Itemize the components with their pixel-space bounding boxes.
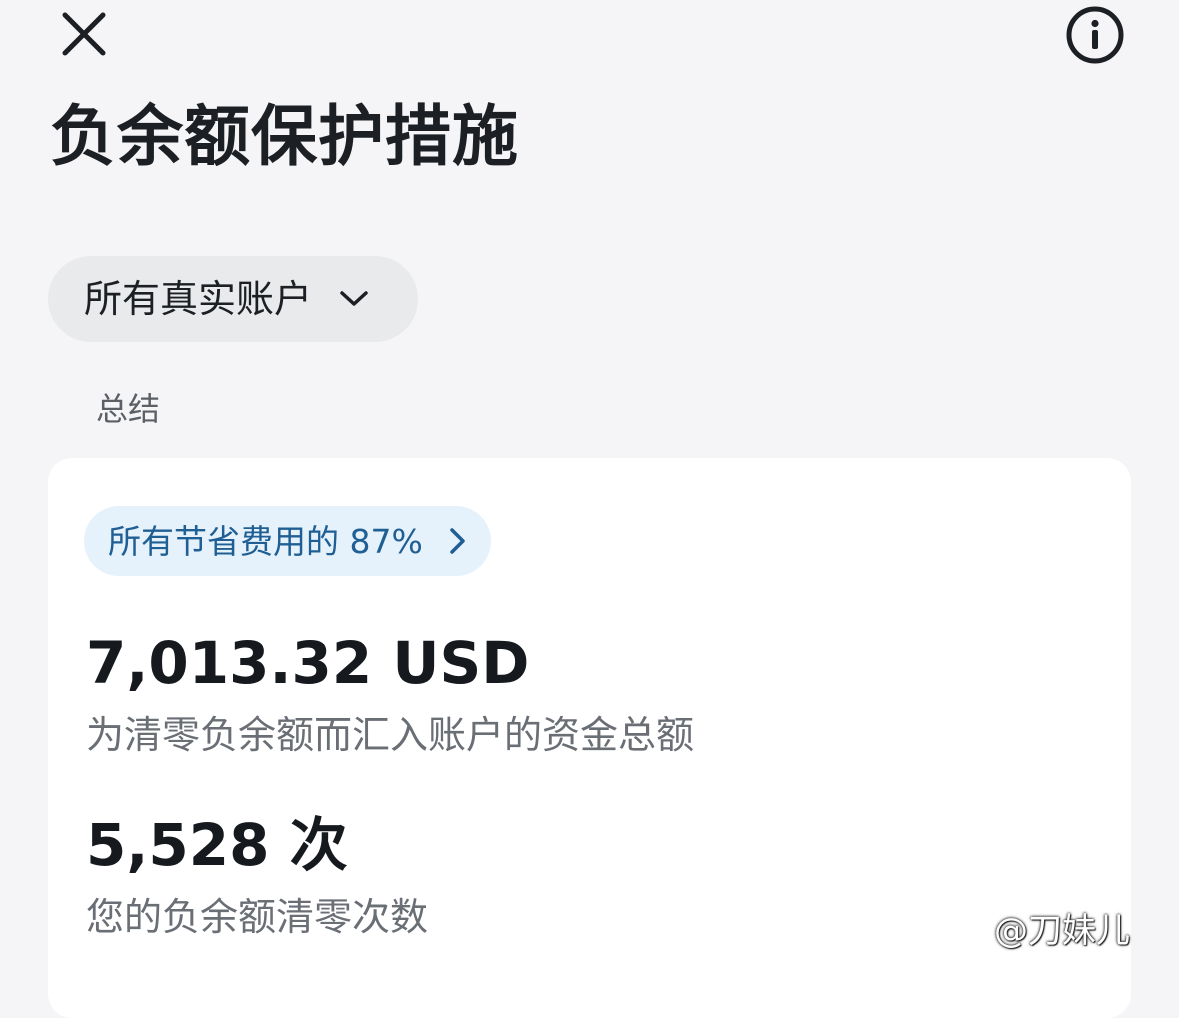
funds-total-value: 7,013.32 USD bbox=[86, 629, 530, 697]
reset-count-value: 5,528 次 bbox=[86, 811, 348, 879]
watermark: @刀妹儿 bbox=[994, 911, 1130, 951]
page-title: 负余额保护措施 bbox=[50, 98, 519, 175]
section-label-summary: 总结 bbox=[96, 390, 161, 428]
account-filter-label: 所有真实账户 bbox=[84, 277, 313, 321]
chevron-down-icon bbox=[340, 291, 368, 306]
close-icon bbox=[62, 12, 106, 56]
info-button[interactable] bbox=[1064, 4, 1126, 66]
account-filter-dropdown[interactable]: 所有真实账户 bbox=[48, 256, 418, 342]
info-icon bbox=[1066, 6, 1124, 64]
summary-card: 所有节省费用的 87% 7,013.32 USD 为清零负余额而汇入账户的资金总… bbox=[48, 458, 1131, 1018]
chevron-right-icon bbox=[450, 528, 465, 554]
reset-count-description: 您的负余额清零次数 bbox=[86, 895, 429, 939]
savings-badge-link[interactable]: 所有节省费用的 87% bbox=[84, 506, 491, 576]
savings-badge-text: 所有节省费用的 87% bbox=[108, 521, 423, 561]
close-button[interactable] bbox=[58, 8, 110, 60]
funds-total-description: 为清零负余额而汇入账户的资金总额 bbox=[86, 713, 695, 757]
